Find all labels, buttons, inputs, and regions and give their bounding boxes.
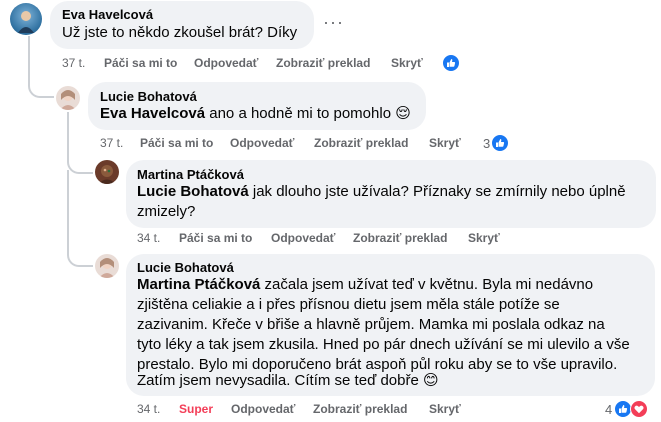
reply-button[interactable]: Odpovedať xyxy=(230,136,294,150)
comment-timestamp[interactable]: 34 t. xyxy=(137,231,160,245)
comment-author[interactable]: Lucie Bohatová xyxy=(137,260,234,275)
mention-link[interactable]: Eva Havelcová xyxy=(100,105,205,122)
comment-text-line: tyto léky a tak jsem zkusila. Hned po pá… xyxy=(137,336,630,353)
profile-photo-icon xyxy=(99,258,115,278)
avatar[interactable] xyxy=(10,3,42,35)
reaction-count[interactable]: 3 xyxy=(483,136,490,151)
avatar[interactable] xyxy=(95,254,119,278)
comment-body: začala jsem užívat teď v květnu. Byla mi… xyxy=(260,276,594,293)
translate-button[interactable]: Zobraziť preklad xyxy=(313,402,407,416)
thread-line-reply xyxy=(67,112,93,174)
comment-text-line: zmizely? xyxy=(137,203,196,220)
super-reaction-button[interactable]: Super xyxy=(179,402,213,416)
reaction-count[interactable]: 4 xyxy=(605,402,612,417)
comment-actions: 34 t. Super Odpovedať Zobraziť preklad S… xyxy=(137,402,537,418)
thread-line-main xyxy=(28,36,54,98)
comment-body: jak dlouho jste užívala? Příznaky se zmí… xyxy=(248,183,626,200)
comment-author[interactable]: Eva Havelcová xyxy=(62,7,153,22)
comment-author[interactable]: Lucie Bohatová xyxy=(100,89,197,104)
translate-button[interactable]: Zobraziť preklad xyxy=(276,56,370,70)
like-button[interactable]: Páči sa mi to xyxy=(179,231,252,245)
comment-timestamp[interactable]: 37 t. xyxy=(100,136,123,150)
hide-button[interactable]: Skryť xyxy=(429,402,461,416)
mention-link[interactable]: Lucie Bohatová xyxy=(137,183,249,200)
more-options-icon[interactable]: ··· xyxy=(323,12,344,33)
love-reaction-icon[interactable] xyxy=(630,400,648,418)
profile-photo-icon xyxy=(60,90,76,110)
comment-actions: 37 t. Páči sa mi to Odpovedať Zobraziť p… xyxy=(100,136,500,152)
comment-text-line: Zatím jsem nevysadila. Cítím se teď dobř… xyxy=(137,372,439,389)
reply-button[interactable]: Odpovedať xyxy=(231,402,295,416)
comment-text-line: zjištěna celiakie a i přes přísnou dietu… xyxy=(137,296,560,313)
comment-actions: 37 t. Páči sa mi to Odpovedať Zobraziť p… xyxy=(62,56,462,72)
profile-photo-icon xyxy=(98,165,116,184)
comment-text: Už jste to někdo zkoušel brát? Díky xyxy=(62,24,298,41)
avatar[interactable] xyxy=(95,160,119,184)
like-reaction-icon[interactable] xyxy=(442,54,460,72)
like-button[interactable]: Páči sa mi to xyxy=(140,136,213,150)
comment-timestamp[interactable]: 37 t. xyxy=(62,56,85,70)
comment-text: Martina Ptáčková začala jsem užívat teď … xyxy=(137,275,593,295)
translate-button[interactable]: Zobraziť preklad xyxy=(314,136,408,150)
comment-actions: 34 t. Páči sa mi to Odpovedať Zobraziť p… xyxy=(137,231,537,247)
comment-body: ano a hodně mi to pomohlo 😌 xyxy=(205,105,411,122)
comment-text: Lucie Bohatová jak dlouho jste užívala? … xyxy=(137,182,626,202)
comment-author[interactable]: Martina Ptáčková xyxy=(137,167,244,182)
comment-text: Eva Havelcová ano a hodně mi to pomohlo … xyxy=(100,104,411,124)
mention-link[interactable]: Martina Ptáčková xyxy=(137,276,260,293)
like-reaction-icon[interactable] xyxy=(491,134,509,152)
reply-button[interactable]: Odpovedať xyxy=(194,56,258,70)
hide-button[interactable]: Skryť xyxy=(429,136,461,150)
thread-line-reply-2 xyxy=(67,170,93,267)
hide-button[interactable]: Skryť xyxy=(468,231,500,245)
translate-button[interactable]: Zobraziť preklad xyxy=(353,231,447,245)
reply-button[interactable]: Odpovedať xyxy=(271,231,335,245)
like-button[interactable]: Páči sa mi to xyxy=(104,56,177,70)
comment-text-line: zazivanim. Křeče v břiše a hlavně průjem… xyxy=(137,316,605,333)
comment-timestamp[interactable]: 34 t. xyxy=(137,402,160,416)
hide-button[interactable]: Skryť xyxy=(391,56,423,70)
avatar[interactable] xyxy=(56,86,80,110)
profile-photo-icon xyxy=(18,11,34,33)
